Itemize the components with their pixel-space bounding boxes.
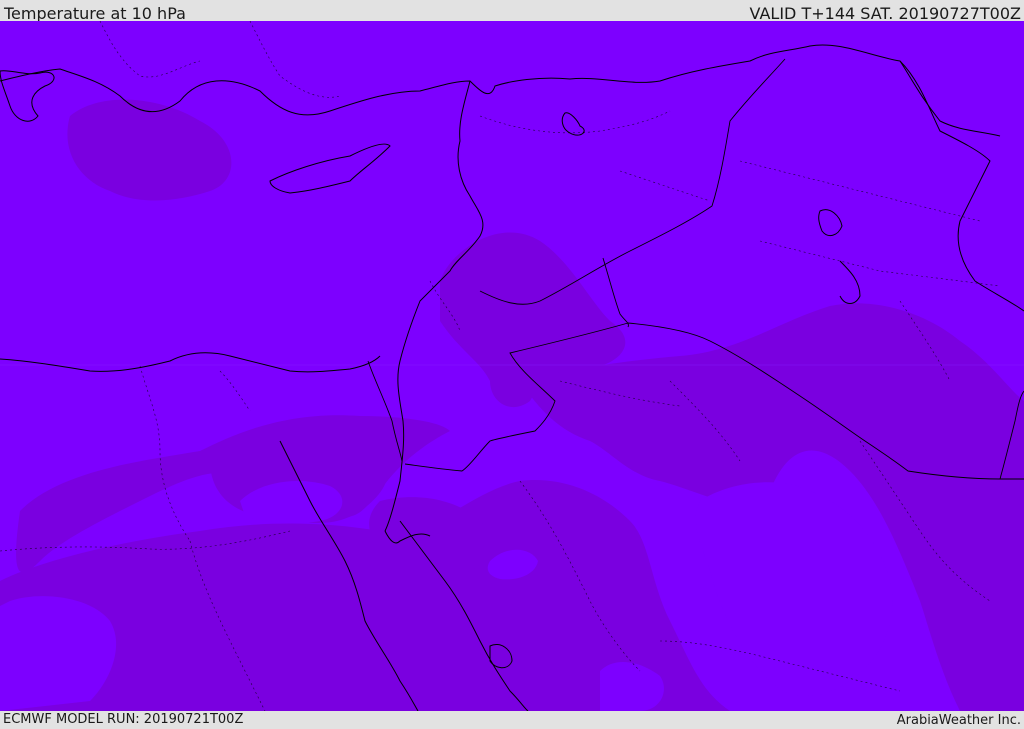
footer-bar: ECMWF MODEL RUN: 20190721T00Z ArabiaWeat… — [0, 711, 1024, 729]
header-bar: Temperature at 10 hPa VALID T+144 SAT. 2… — [0, 0, 1024, 23]
map-canvas — [0, 21, 1024, 711]
weather-map[interactable] — [0, 21, 1024, 711]
model-run-label: ECMWF MODEL RUN: 20190721T00Z — [3, 712, 244, 727]
credit-label: ArabiaWeather Inc. — [896, 713, 1021, 728]
